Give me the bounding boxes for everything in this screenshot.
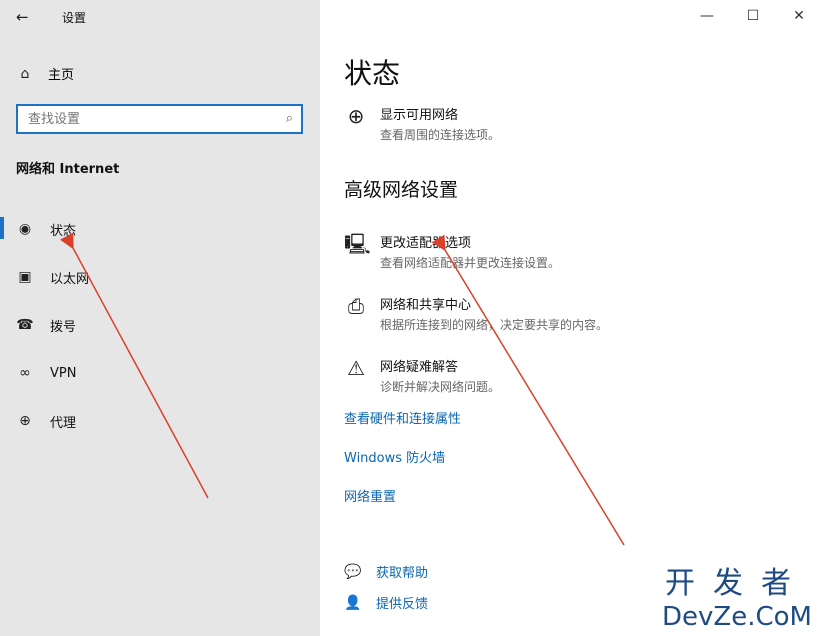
- globe-icon: ⊕: [347, 104, 365, 128]
- item-title: 网络疑难解答: [380, 360, 459, 375]
- item-title: 显示可用网络: [380, 108, 459, 123]
- watermark-line1: 开发者: [665, 566, 809, 601]
- help-label: 提供反馈: [376, 597, 429, 612]
- sidebar-item-ethernet[interactable]: ▣ 以太网: [0, 253, 320, 301]
- sidebar-item-label: 状态: [50, 223, 77, 239]
- network-sharing-center[interactable]: ⎙ 网络和共享中心 根据所连接到的网络，决定要共享的内容。: [344, 294, 608, 333]
- get-help-link[interactable]: 💬 获取帮助: [344, 562, 429, 582]
- sidebar-item-label: VPN: [50, 365, 77, 381]
- globe-status-icon: ◉: [18, 221, 32, 237]
- sidebar-item-dialup[interactable]: ☎ 拨号: [0, 301, 320, 349]
- watermark-line2: DevZe.CoM: [662, 602, 812, 632]
- item-title: 网络和共享中心: [380, 298, 472, 313]
- ethernet-icon: ▣: [18, 269, 32, 285]
- hardware-properties-link[interactable]: 查看硬件和连接属性: [344, 408, 461, 427]
- give-feedback-link[interactable]: 👤 提供反馈: [344, 593, 429, 613]
- windows-firewall-link[interactable]: Windows 防火墙: [344, 447, 445, 466]
- sidebar-item-vpn[interactable]: ∞ VPN: [0, 349, 320, 397]
- adapter-monitor-icon: 🖳: [344, 232, 371, 256]
- dialup-icon: ☎: [16, 317, 34, 333]
- help-chat-icon: 💬: [344, 563, 362, 580]
- search-box[interactable]: ⌕: [16, 104, 303, 134]
- proxy-globe-icon: ⊕: [19, 413, 31, 429]
- sidebar-item-status[interactable]: ◉ 状态: [0, 205, 320, 253]
- minimize-icon[interactable]: —: [684, 0, 730, 32]
- section-heading: 网络和 Internet: [16, 162, 120, 177]
- feedback-person-icon: 👤: [344, 594, 362, 611]
- search-input[interactable]: [18, 106, 268, 132]
- sidebar-item-label: 以太网: [50, 271, 90, 287]
- main-content: — ☐ ✕ 状态 ⊕ 显示可用网络 查看周围的连接选项。 高级网络设置 🖳 更改…: [320, 0, 822, 636]
- home-label: 主页: [48, 68, 75, 83]
- sidebar-nav: ◉ 状态 ▣ 以太网 ☎ 拨号 ∞ VPN ⊕ 代理: [0, 205, 320, 445]
- maximize-icon[interactable]: ☐: [730, 0, 776, 32]
- sidebar-item-label: 代理: [50, 415, 77, 431]
- item-desc: 查看网络适配器并更改连接设置。: [380, 256, 561, 270]
- vpn-icon: ∞: [19, 365, 31, 381]
- item-title: 更改适配器选项: [380, 236, 472, 251]
- sidebar-item-proxy[interactable]: ⊕ 代理: [0, 397, 320, 445]
- app-title: 设置: [62, 11, 87, 25]
- window-controls: — ☐ ✕: [684, 0, 822, 32]
- show-available-networks[interactable]: ⊕ 显示可用网络 查看周围的连接选项。: [344, 104, 500, 143]
- item-desc: 诊断并解决网络问题。: [380, 380, 501, 394]
- page-title: 状态: [344, 57, 401, 90]
- item-desc: 查看周围的连接选项。: [380, 128, 501, 142]
- network-troubleshooter[interactable]: ⚠ 网络疑难解答 诊断并解决网络问题。: [344, 356, 500, 395]
- network-reset-link[interactable]: 网络重置: [344, 486, 396, 505]
- advanced-settings-heading: 高级网络设置: [344, 179, 459, 201]
- settings-sidebar: ← 设置 ⌂ 主页 ⌕ 网络和 Internet ◉ 状态 ▣ 以太网 ☎ 拨号…: [0, 0, 320, 636]
- item-desc: 根据所连接到的网络，决定要共享的内容。: [380, 318, 609, 332]
- warning-icon: ⚠: [347, 356, 365, 380]
- back-arrow-icon[interactable]: ←: [16, 8, 29, 26]
- help-label: 获取帮助: [376, 566, 429, 581]
- sidebar-item-label: 拨号: [50, 319, 77, 335]
- home-icon: ⌂: [20, 65, 30, 82]
- change-adapter-options[interactable]: 🖳 更改适配器选项 查看网络适配器并更改连接设置。: [344, 232, 560, 271]
- sharing-center-icon: ⎙: [348, 294, 364, 318]
- home-nav-item[interactable]: ⌂ 主页: [16, 64, 75, 84]
- search-icon[interactable]: ⌕: [286, 111, 293, 126]
- close-icon[interactable]: ✕: [776, 0, 822, 32]
- watermark: 开发者 DevZe.CoM: [662, 558, 812, 632]
